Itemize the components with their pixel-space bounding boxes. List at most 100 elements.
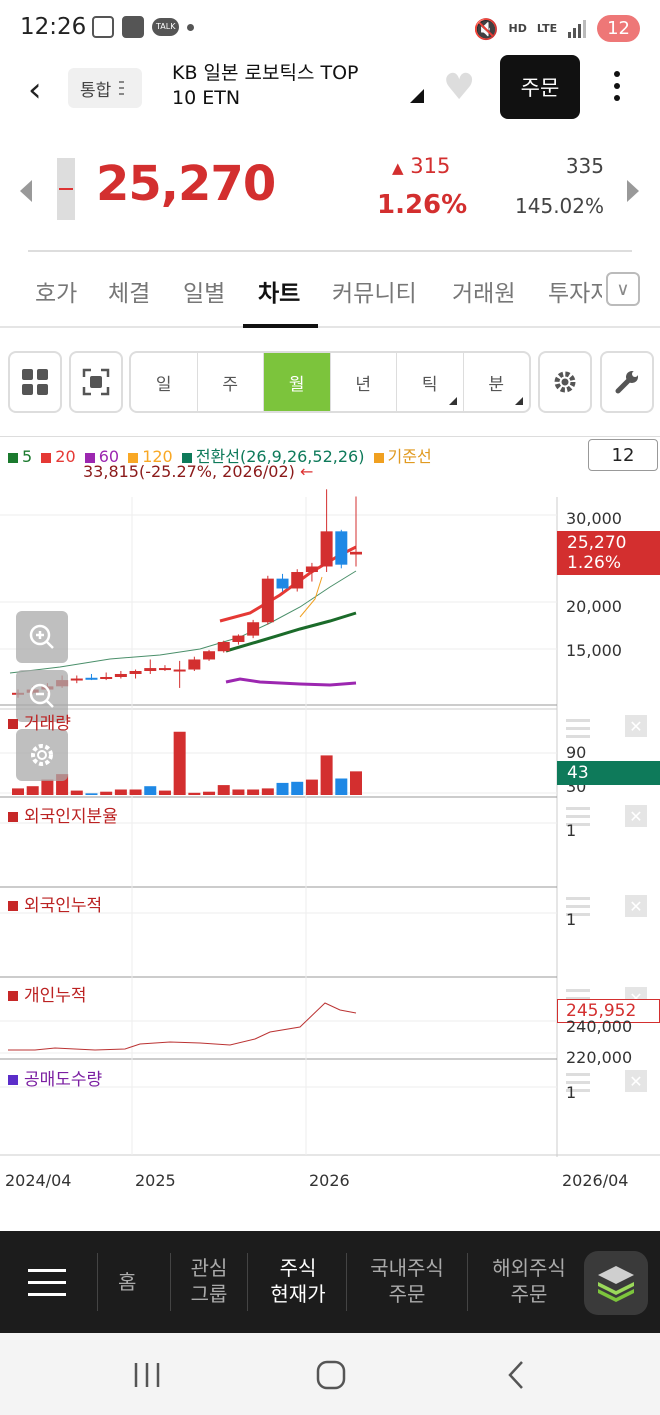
volume-close-icon[interactable]: ✕ (625, 715, 647, 737)
nav-home[interactable]: 홈 (118, 1269, 136, 1295)
period-week[interactable]: 주 (198, 353, 264, 411)
nav-separator (247, 1253, 248, 1311)
candle-body (247, 622, 260, 636)
foreign-cum-label-text: 외국인누적 (24, 896, 103, 916)
next-stock-icon[interactable] (627, 180, 639, 202)
tools-button[interactable] (600, 351, 654, 413)
settings-button[interactable] (538, 351, 592, 413)
stat-bottom: 145.02% (515, 194, 604, 218)
foreign-cum-close-icon[interactable]: ✕ (625, 895, 647, 917)
nav-separator (170, 1253, 171, 1311)
tab-investor[interactable]: 투자자 (548, 274, 602, 308)
candle-body (350, 551, 362, 555)
bottom-nav: 홈 관심 그룹 주식 현재가 국내주식 주문 해외주식 주문 (0, 1231, 660, 1333)
x-tick-2024-04: 2024/04 (5, 1171, 72, 1190)
tab-bar: 호가 체결 일별 차트 커뮤니티 거래원 투자자 ∨ (0, 260, 660, 328)
status-right: 🔇 HD LTE 12 (474, 15, 640, 42)
talk-icon: TALK (152, 18, 180, 36)
header: ‹ 통합 KB 일본 로보틱스 TOP 10 ETN ♥ 주문 (0, 55, 660, 125)
chart-area[interactable]: 5 20 60 120 전환선(26,9,26,52,26) 기준선 33,81… (0, 436, 660, 1196)
volume-bar (114, 789, 127, 795)
layers-button[interactable] (584, 1251, 648, 1315)
nav-separator (467, 1253, 468, 1311)
volume-tag: 43 (557, 761, 660, 785)
favorite-heart-icon[interactable]: ♥ (443, 67, 475, 108)
chart-toolbar: 일 주 월 년 틱 분 (0, 351, 660, 415)
volume-bar (276, 782, 289, 795)
menu-icon (119, 81, 125, 95)
tab-orderbook[interactable]: 호가 (35, 274, 77, 308)
ma120-line (225, 677, 357, 687)
layout-button[interactable] (8, 351, 62, 413)
short-volume-label-text: 공매도수량 (24, 1070, 103, 1090)
dropdown-triangle-icon[interactable] (410, 89, 424, 103)
recent-apps-icon[interactable] (132, 1361, 162, 1389)
notification-dot-icon (187, 23, 195, 31)
chevron-down-icon[interactable]: ∨ (606, 272, 640, 306)
short-close-icon[interactable]: ✕ (625, 1070, 647, 1092)
gear-icon (31, 744, 53, 766)
market-label: 통합 (80, 80, 112, 101)
battery-indicator: 12 (597, 15, 640, 42)
mini-candle-icon (57, 158, 75, 220)
volume-bar (203, 791, 216, 795)
volume-bar (217, 785, 230, 795)
tab-daily[interactable]: 일별 (183, 274, 225, 308)
nav-domestic-order[interactable]: 국내주식 주문 (366, 1255, 448, 1307)
candle-body (305, 566, 318, 573)
home-icon[interactable] (315, 1359, 347, 1391)
hamburger-menu-icon[interactable] (28, 1269, 66, 1305)
candle-body (276, 578, 289, 589)
lte-icon: LTE (536, 22, 558, 35)
price-tick-15000: 15,000 (566, 641, 622, 660)
mute-icon: 🔇 (473, 16, 499, 41)
x-tick-2026-04: 2026/04 (562, 1171, 629, 1190)
status-icons: TALK (92, 16, 195, 38)
nav-watchlist[interactable]: 관심 그룹 (189, 1255, 229, 1307)
nav-watchlist-line2: 그룹 (190, 1282, 228, 1306)
tab-broker[interactable]: 거래원 (452, 274, 515, 308)
tab-underline (243, 324, 318, 328)
candle-body (114, 673, 127, 678)
tab-community[interactable]: 커뮤니티 (332, 274, 417, 308)
tab-trades[interactable]: 체결 (108, 274, 150, 308)
zoom-in-icon (29, 624, 54, 649)
layers-icon (598, 1266, 634, 1302)
screenshot-icon (92, 16, 114, 38)
volume-bar (100, 791, 113, 795)
candle-body (100, 677, 113, 680)
zoom-in-button[interactable] (16, 611, 68, 663)
price-tick-30000: 30,000 (566, 509, 622, 528)
foreign-ratio-close-icon[interactable]: ✕ (625, 805, 647, 827)
volume-bar (305, 779, 318, 795)
period-month[interactable]: 월 (264, 353, 331, 411)
order-button[interactable]: 주문 (500, 55, 580, 119)
nav-domestic-line1: 국내주식 (370, 1256, 444, 1280)
candle-body (129, 671, 142, 674)
period-tick[interactable]: 틱 (397, 353, 464, 411)
current-price-tag-pct: 1.26% (567, 553, 622, 573)
candle-body (261, 578, 274, 623)
market-select[interactable]: 통합 (68, 68, 142, 108)
samsung-pay-icon (122, 16, 144, 38)
nav-current-price[interactable]: 주식 현재가 (266, 1255, 330, 1307)
stock-title[interactable]: KB 일본 로보틱스 TOP 10 ETN (172, 61, 402, 111)
volume-menu-icon[interactable] (566, 719, 590, 743)
nav-overseas-order[interactable]: 해외주식 주문 (488, 1255, 570, 1307)
period-day[interactable]: 일 (131, 353, 198, 411)
nav-overseas-line2: 주문 (510, 1282, 548, 1306)
price-change-pct: 1.26% (377, 190, 468, 220)
stock-title-line2: 10 ETN (172, 87, 241, 109)
candle-body (335, 531, 348, 565)
fullscreen-button[interactable] (69, 351, 123, 413)
back-nav-icon[interactable] (505, 1359, 527, 1391)
tab-chart[interactable]: 차트 (258, 274, 300, 308)
chart-settings-button[interactable] (16, 729, 68, 781)
volume-bar (158, 790, 171, 795)
prev-stock-icon[interactable] (20, 180, 32, 202)
back-icon[interactable]: ‹ (28, 70, 42, 110)
period-year[interactable]: 년 (331, 353, 397, 411)
period-minute[interactable]: 분 (464, 353, 530, 411)
fullscreen-icon (82, 368, 110, 396)
more-menu-icon[interactable] (614, 71, 624, 107)
